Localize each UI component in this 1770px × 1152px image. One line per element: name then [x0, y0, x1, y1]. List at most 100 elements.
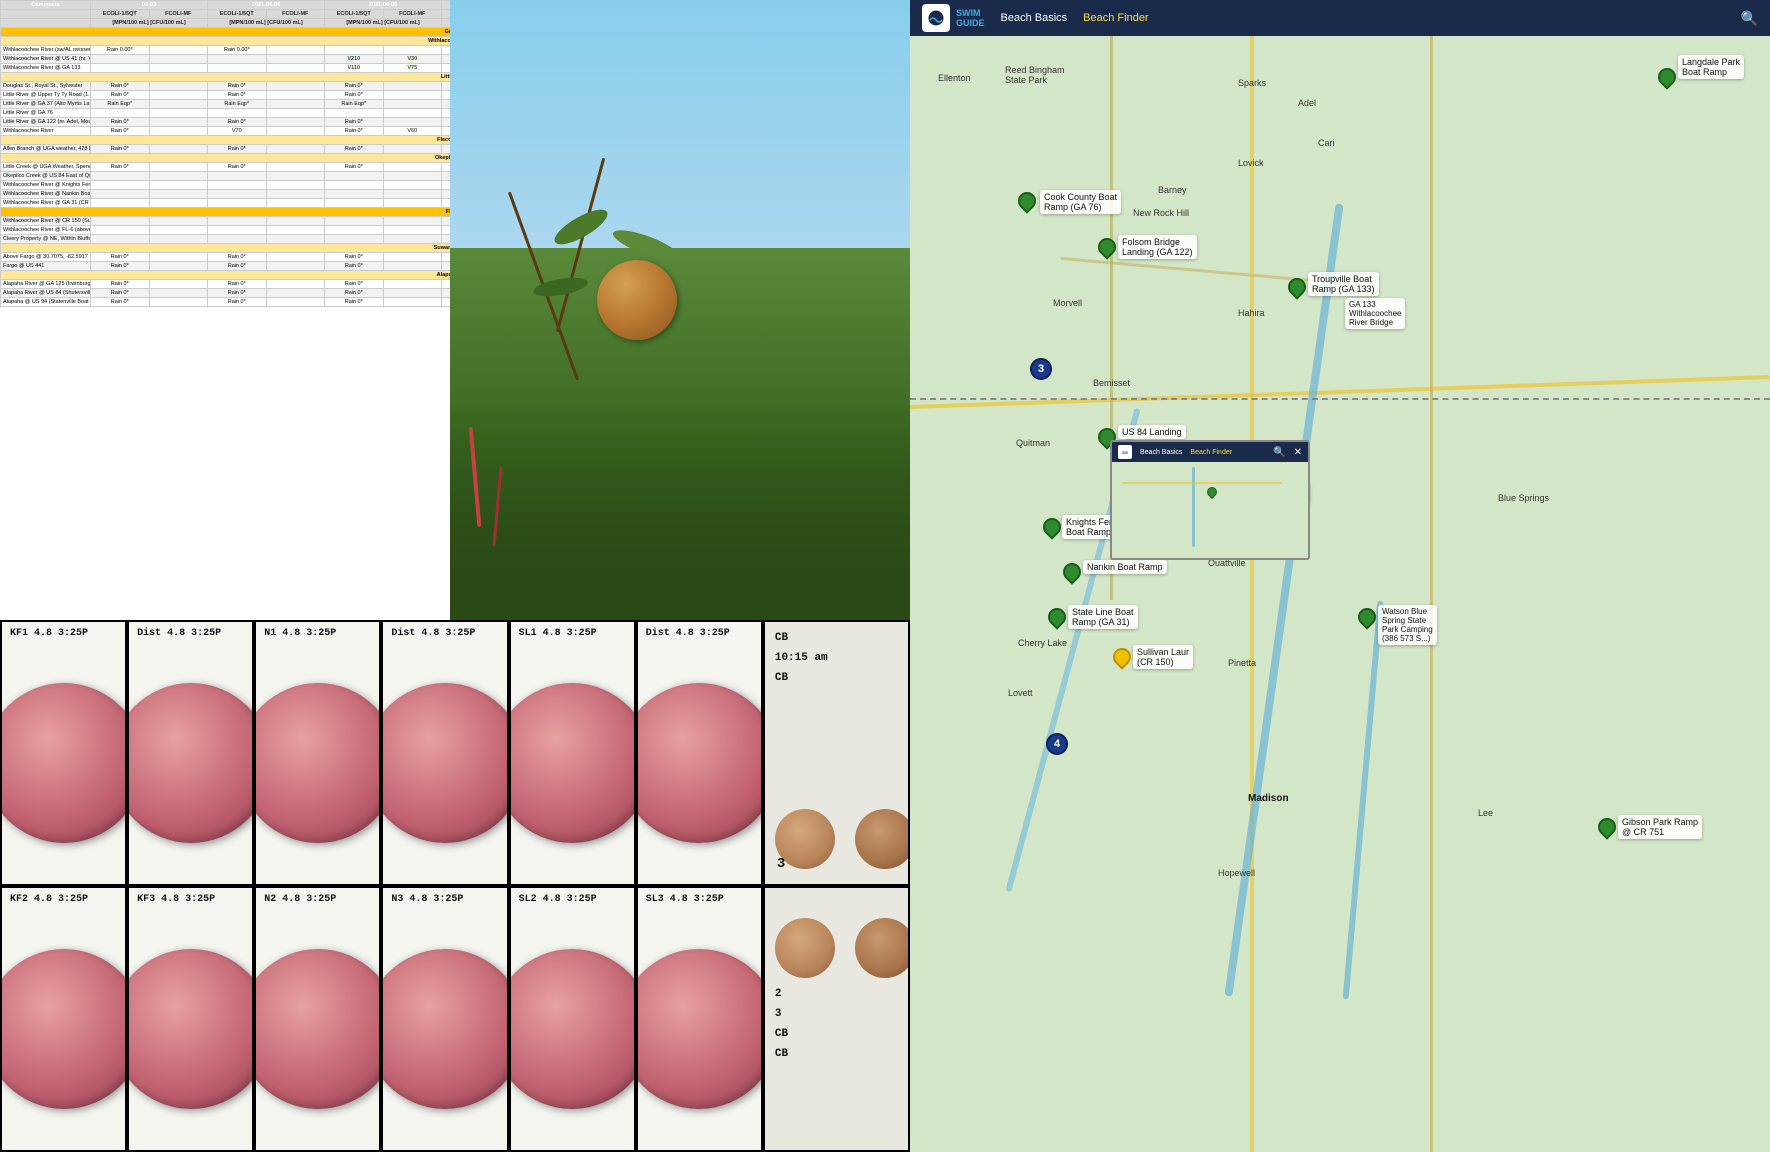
left-panel: Composite 04-03 2021-04-04 2021-04-05 20…	[0, 0, 910, 1152]
petri-sl1-label: SL1 4.8 3:25P	[519, 628, 597, 639]
road-1	[1430, 0, 1433, 1152]
city-barney: Barney	[1158, 185, 1187, 195]
marker-4[interactable]: 4	[1046, 733, 1068, 755]
units-1: [MPN/100 mL] [CFU/100 mL]	[91, 19, 208, 28]
petri-sl2-dish	[509, 949, 636, 1109]
petri-sl3-label: SL3 4.8 3:25P	[646, 894, 724, 905]
navbar-beach-finder[interactable]: Beach Finder	[1083, 12, 1148, 24]
city-blue-springs: Blue Springs	[1498, 493, 1549, 503]
petri-n3-dish	[381, 949, 508, 1109]
marker-stateline-label: State Line BoatRamp (GA 31)	[1068, 605, 1138, 629]
city-hopewell: Hopewell	[1218, 868, 1255, 878]
ecoli-2: ECOLI-1/5QT	[208, 10, 267, 19]
map-container[interactable]: Langdale ParkBoat Ramp Cook County BoatR…	[910, 0, 1770, 1152]
marker-sullivan[interactable]	[1113, 648, 1131, 666]
marker-nankin-label: Nankin Boat Ramp	[1083, 560, 1167, 574]
marker-us84-label: US 84 Landing	[1118, 425, 1186, 439]
swim-guide-text: SWIMGUIDE	[956, 8, 985, 28]
ecoli-1: ECOLI-1/5QT	[91, 10, 150, 19]
marker-nankin[interactable]	[1063, 563, 1081, 581]
petri-kf2: KF2 4.8 3:25P	[0, 886, 127, 1152]
petri-bottom-row: KF2 4.8 3:25P KF3 4.8 3:25P N2 4.8 3:25P…	[0, 886, 910, 1152]
marker-sullivan-label: Sullivan Laur(CR 150)	[1133, 645, 1193, 669]
cb-label-1: CB	[775, 632, 788, 644]
petri-top-row: KF1 4.8 3:25P Dist 4.8 3:25P N1 4.8 3:25…	[0, 620, 910, 886]
marker-langdale-label: Langdale ParkBoat Ramp	[1678, 55, 1744, 79]
cell	[266, 46, 325, 55]
state-line	[910, 398, 1770, 400]
marker-stateline[interactable]	[1048, 608, 1066, 626]
inset-beach-finder[interactable]: Beach Finder	[1190, 449, 1232, 456]
fcoli-2: FCOLI-MF	[266, 10, 325, 19]
petri-sl3-dish	[636, 949, 763, 1109]
search-icon[interactable]: 🔍	[1741, 10, 1758, 27]
cell: Rain 0.00*	[208, 46, 267, 55]
fcoli-1: FCOLI-MF	[149, 10, 208, 19]
units-header	[1, 19, 91, 28]
right-panel: Langdale ParkBoat Ramp Cook County BoatR…	[910, 0, 1770, 1152]
cell	[325, 46, 384, 55]
units-2: [MPN/100 mL] [CFU/100 mL]	[208, 19, 325, 28]
cell	[383, 46, 442, 55]
petri-kf3: KF3 4.8 3:25P	[127, 886, 254, 1152]
petri-dist1-dish	[127, 683, 254, 843]
city-cari: Cari	[1318, 138, 1335, 148]
city-new-rock-hill: New Rock Hill	[1133, 208, 1189, 218]
petri-cb-bottom: 2 3 CB CB	[763, 886, 910, 1152]
marker-gibson[interactable]	[1598, 818, 1616, 836]
cb-label-bottom-2: 3	[775, 1008, 782, 1020]
marker-knights[interactable]	[1043, 518, 1061, 536]
marker-langdale[interactable]	[1658, 68, 1676, 86]
map-navbar: SWIMGUIDE Beach Basics Beach Finder 🔍	[910, 0, 1770, 36]
swim-guide-logo	[922, 4, 950, 32]
marker-cook-label: Cook County BoatRamp (GA 76)	[1040, 190, 1121, 214]
marker-cook[interactable]	[1018, 192, 1036, 210]
nature-photo-bg	[450, 0, 910, 620]
petri-kf2-dish	[0, 949, 127, 1109]
cell	[149, 46, 208, 55]
petri-dist3: Dist 4.8 3:25P	[636, 620, 763, 886]
cb-label-bottom-1: 2	[775, 988, 782, 1000]
city-quitman: Quitman	[1016, 438, 1050, 448]
inset-logo: SG	[1118, 445, 1132, 459]
composite-header: Composite	[1, 1, 91, 10]
marker-watson-label: Watson BlueSpring StatePark Camping(386 …	[1378, 605, 1437, 645]
ecoli-3: ECOLI-1/5QT	[325, 10, 384, 19]
city-lovick: Lovick	[1238, 158, 1264, 168]
marker-troupville[interactable]	[1288, 278, 1306, 296]
petri-kf2-label: KF2 4.8 3:25P	[10, 894, 88, 905]
city-cherry-lake: Cherry Lake	[1018, 638, 1067, 648]
city-adel: Adel	[1298, 98, 1316, 108]
petri-dist1: Dist 4.8 3:25P	[127, 620, 254, 886]
city-lee: Lee	[1478, 808, 1493, 818]
petri-dist3-dish	[636, 683, 763, 843]
cb-label-bottom-3: CB	[775, 1028, 788, 1040]
inset-close-icon[interactable]: ✕	[1294, 447, 1302, 458]
units-3: [MPN/100 mL] [CFU/100 mL]	[325, 19, 442, 28]
swim-guide-logo-area: SWIMGUIDE	[922, 4, 985, 32]
marker-troupville-label: Troupville BoatRamp (GA 133)	[1308, 272, 1379, 296]
petri-sl1: SL1 4.8 3:25P	[509, 620, 636, 886]
row-label: Withlacoochee River (sw/AL neisseria 5/1…	[1, 46, 91, 55]
petri-kf1-label: KF1 4.8 3:25P	[10, 628, 88, 639]
inset-beach-basics[interactable]: Beach Basics	[1140, 449, 1182, 456]
navbar-beach-basics[interactable]: Beach Basics	[1001, 12, 1068, 24]
petri-dist2: Dist 4.8 3:25P	[381, 620, 508, 886]
marker-folsom[interactable]	[1098, 238, 1116, 256]
marker-watson[interactable]	[1358, 608, 1376, 626]
petri-n3: N3 4.8 3:25P	[381, 886, 508, 1152]
petri-n3-label: N3 4.8 3:25P	[391, 894, 463, 905]
inset-search-icon[interactable]: 🔍	[1273, 447, 1285, 458]
city-hahira: Hahira	[1238, 308, 1265, 318]
city-madison: Madison	[1248, 793, 1289, 804]
petri-kf1-dish	[0, 683, 127, 843]
col-header-blank	[1, 10, 91, 19]
date-0403: 04-03	[91, 1, 208, 10]
marker-3[interactable]: 3	[1030, 358, 1052, 380]
row-label: Withlacoochee River @ US 41 (nr. Valdost…	[1, 55, 91, 64]
city-pinetta: Pinetta	[1228, 658, 1256, 668]
petri-dist2-dish	[381, 683, 508, 843]
petri-kf1: KF1 4.8 3:25P	[0, 620, 127, 886]
cb-number-1: 3	[777, 856, 785, 872]
petri-n1-label: N1 4.8 3:25P	[264, 628, 336, 639]
